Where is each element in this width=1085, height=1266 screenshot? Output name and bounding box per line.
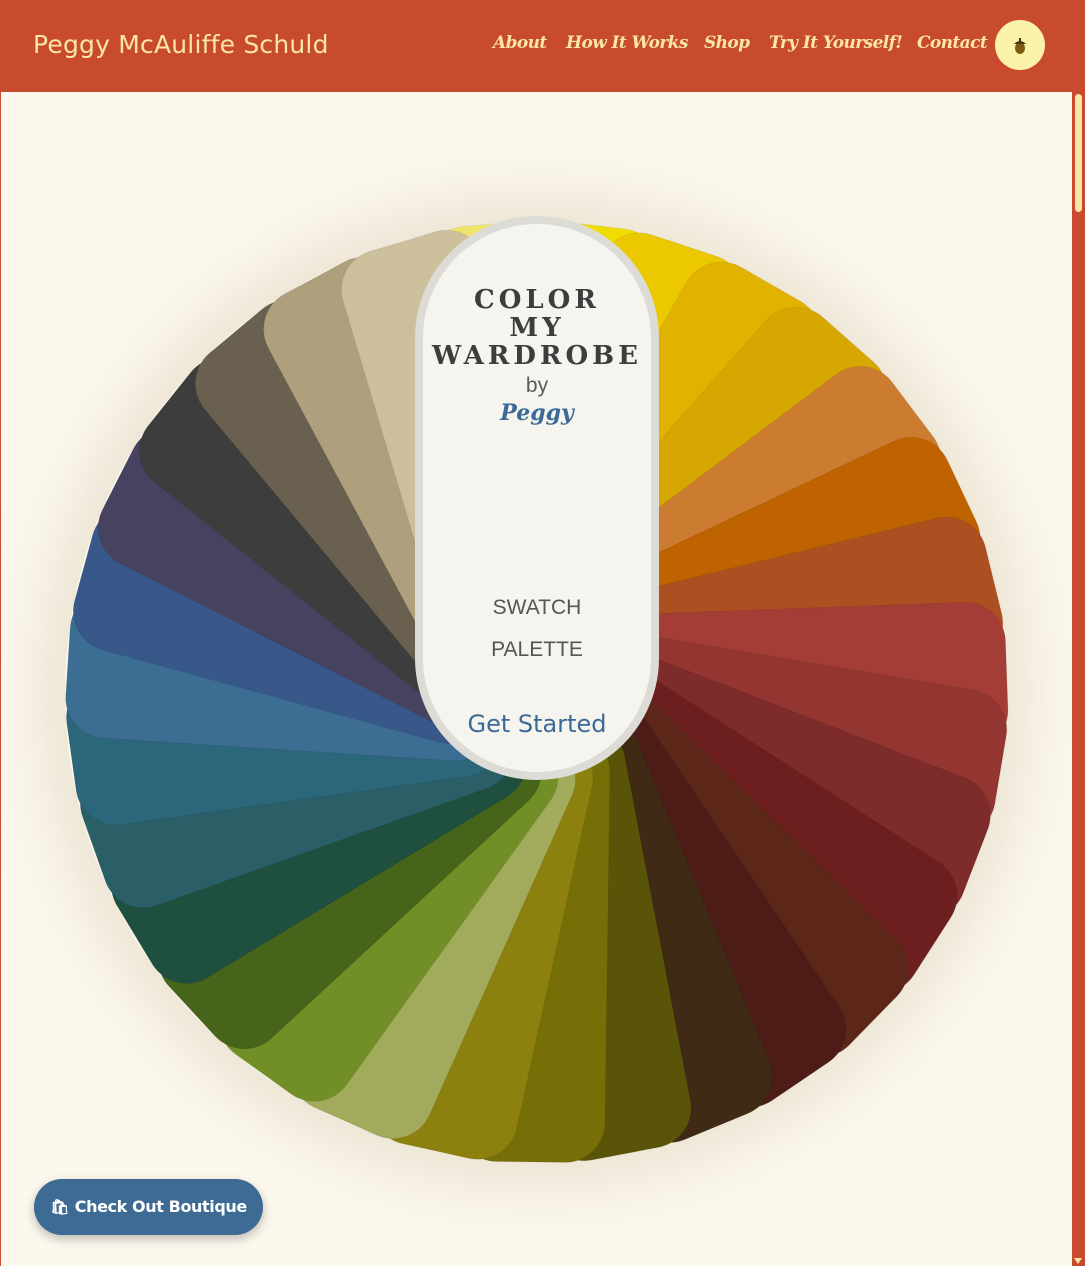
center-card: COLOR MY WARDROBE by Peggy SWATCH PALETT…	[415, 216, 659, 780]
acorn-icon	[1014, 38, 1026, 54]
acorn-button[interactable]	[995, 20, 1045, 70]
wardrobe-title: COLOR MY WARDROBE	[423, 286, 651, 370]
nav-contact[interactable]: Contact	[917, 33, 988, 53]
title-line-3: WARDROBE	[432, 341, 642, 371]
boutique-label: Check Out Boutique	[74, 1197, 248, 1216]
title-line-2: MY	[509, 313, 565, 343]
author-name: Peggy	[500, 400, 574, 426]
swatch-option[interactable]: SWATCH	[423, 596, 651, 620]
scroll-down-arrow[interactable]	[1074, 1258, 1082, 1264]
nav-about[interactable]: About	[493, 33, 547, 53]
palette-option[interactable]: PALETTE	[423, 638, 651, 662]
nav-shop[interactable]: Shop	[704, 33, 750, 53]
main-nav: About How It Works Shop Try It Yourself!…	[1, 33, 1072, 63]
scrollbar-thumb[interactable]	[1075, 94, 1082, 212]
check-out-boutique-button[interactable]: 🛍 Check Out Boutique	[34, 1179, 263, 1235]
by-label: by	[525, 374, 549, 397]
nav-how-it-works[interactable]: How It Works	[566, 33, 688, 53]
nav-try-it-yourself[interactable]: Try It Yourself!	[769, 33, 903, 53]
scrollbar[interactable]	[1072, 92, 1085, 1266]
top-navigation-bar: Peggy McAuliffe Schuld About How It Work…	[1, 0, 1072, 92]
get-started-link[interactable]: Get Started	[423, 710, 651, 738]
page: Peggy McAuliffe Schuld About How It Work…	[1, 0, 1072, 1266]
color-wheel-section: COLOR MY WARDROBE by Peggy SWATCH PALETT…	[1, 92, 1072, 1266]
shopping-bag-icon: 🛍	[50, 1198, 69, 1216]
title-line-1: COLOR	[474, 285, 600, 315]
